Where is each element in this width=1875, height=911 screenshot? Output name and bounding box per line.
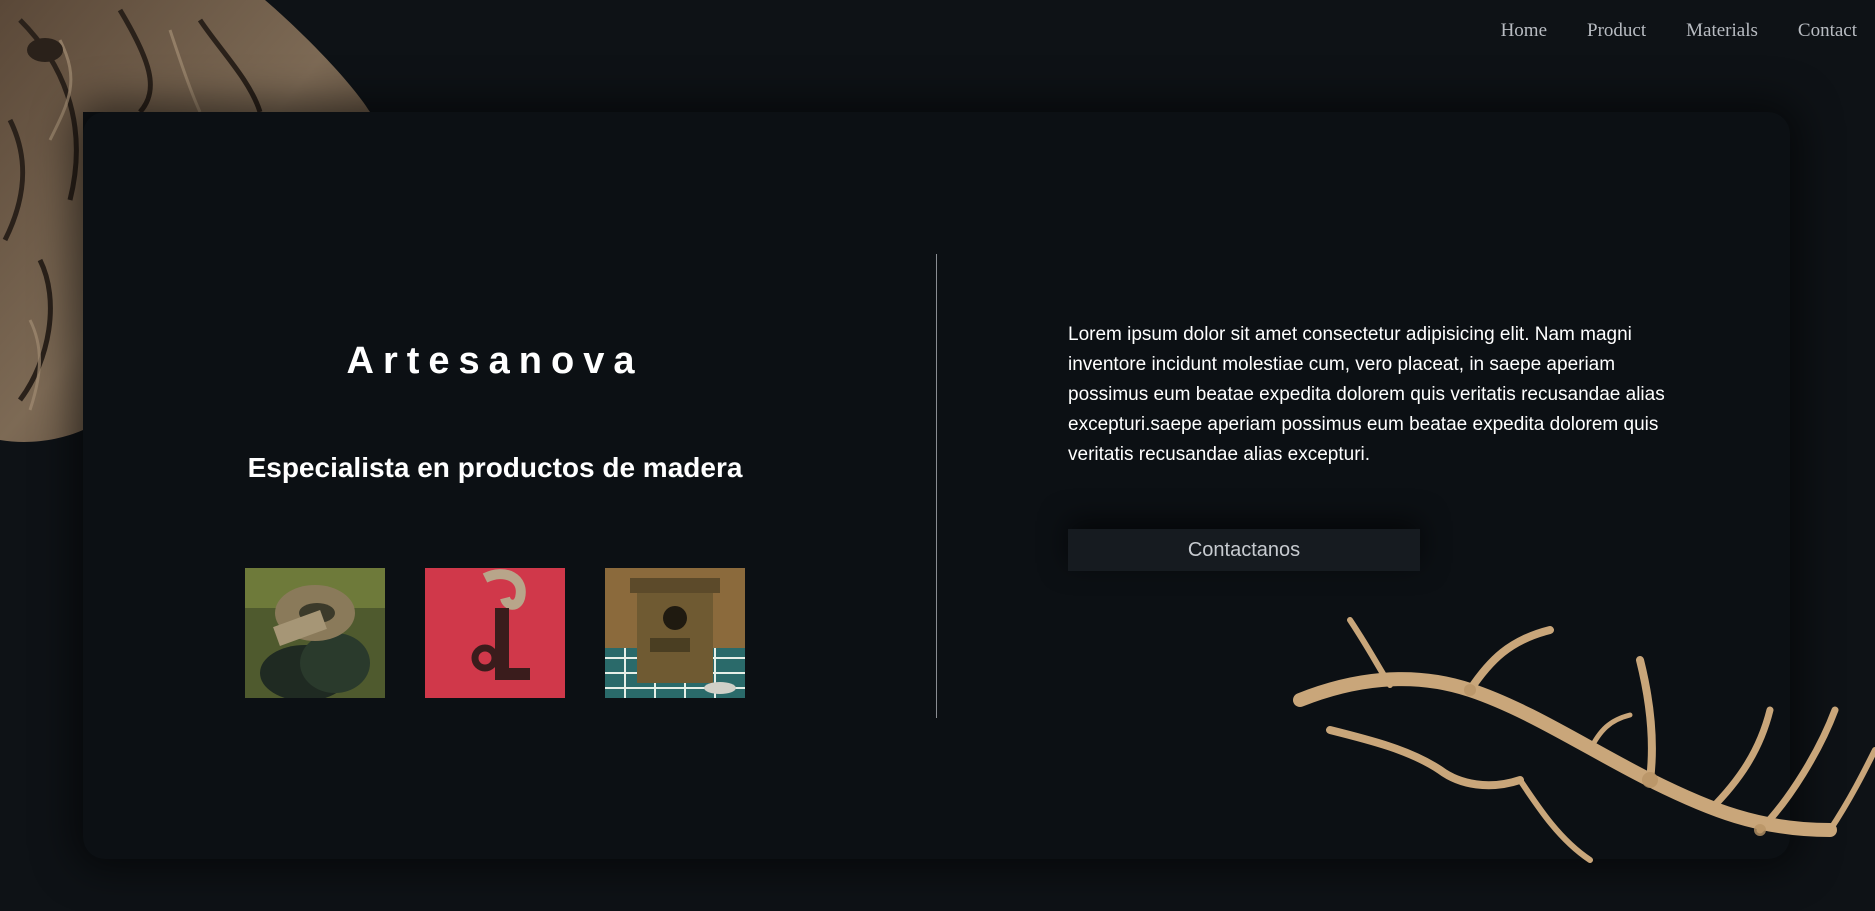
product-thumbnail-ring[interactable] bbox=[245, 568, 385, 698]
hero-description: Lorem ipsum dolor sit amet consectetur a… bbox=[1068, 324, 1665, 465]
main-nav: Home Product Materials Contact bbox=[1501, 20, 1857, 42]
nav-home-link[interactable]: Home bbox=[1501, 20, 1547, 42]
section-divider bbox=[936, 254, 937, 718]
tagline: Especialista en productos de madera bbox=[247, 452, 743, 483]
product-thumbnails bbox=[245, 568, 745, 698]
product-thumbnail-birdhouse[interactable] bbox=[605, 568, 745, 698]
contact-button[interactable]: Contactanos bbox=[1068, 529, 1420, 571]
nav-materials-link[interactable]: Materials bbox=[1686, 20, 1758, 42]
product-thumbnail-hook[interactable] bbox=[425, 568, 565, 698]
driftwood-branch-image bbox=[1293, 617, 1875, 863]
nav-contact-link[interactable]: Contact bbox=[1798, 20, 1857, 42]
nav-product-link[interactable]: Product bbox=[1587, 20, 1646, 42]
brand-title: Artesanova bbox=[346, 340, 644, 382]
